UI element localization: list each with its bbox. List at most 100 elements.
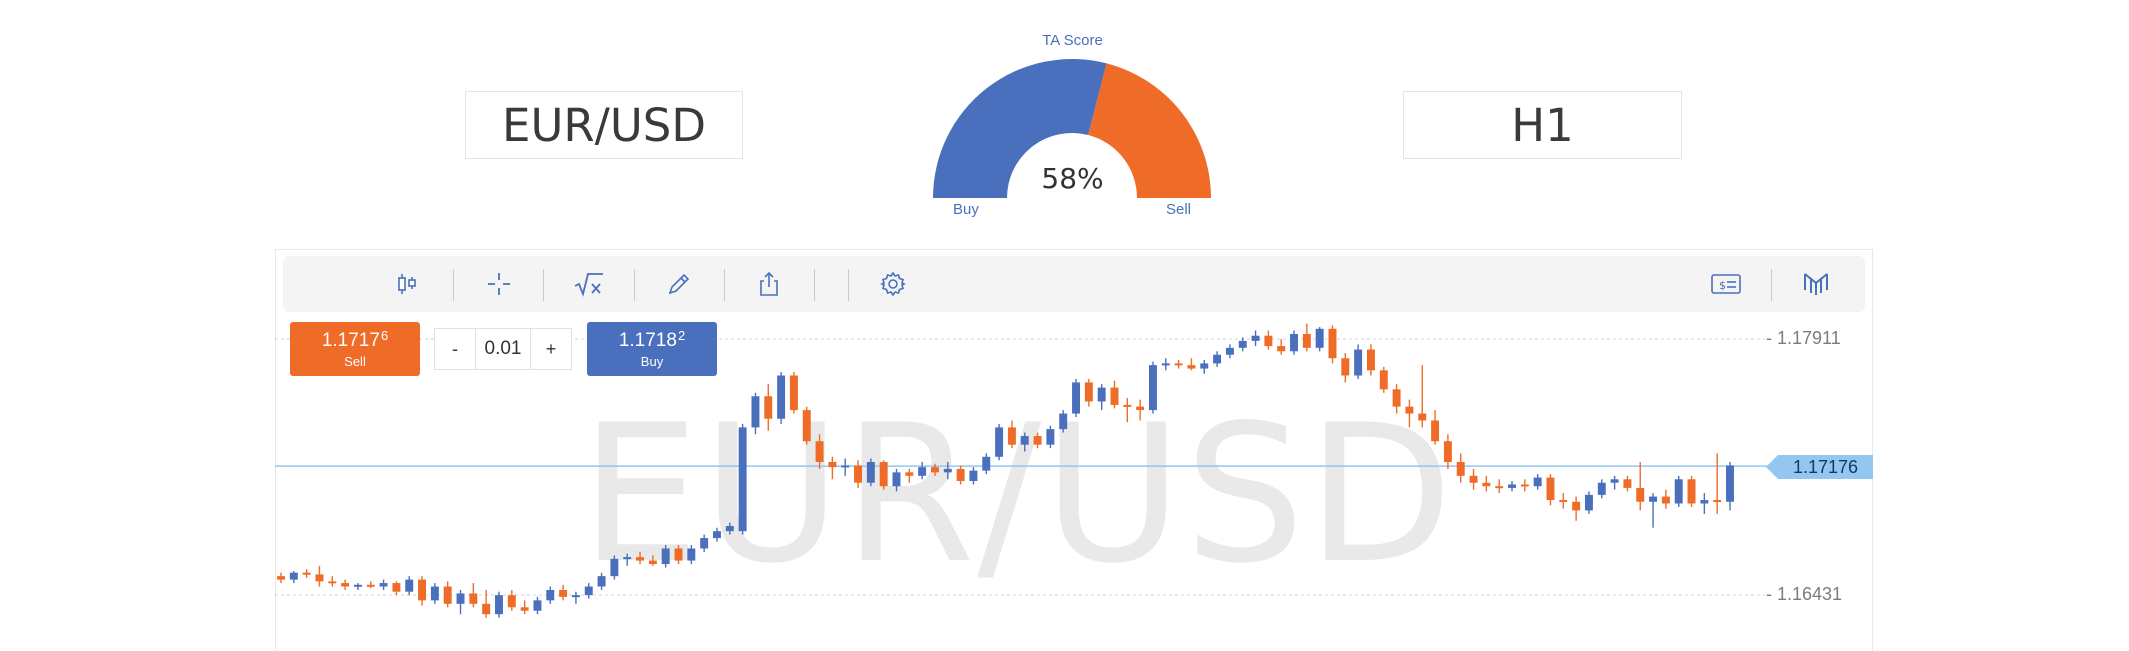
- candle-body: [892, 472, 901, 487]
- candle-body: [879, 461, 888, 487]
- candle-body: [1072, 382, 1081, 414]
- candle-body: [1572, 501, 1581, 511]
- quote-icon[interactable]: $: [1706, 256, 1746, 312]
- candle-body: [520, 607, 529, 611]
- candle-body: [764, 396, 773, 419]
- candle-body: [1379, 370, 1388, 390]
- candle-body: [969, 470, 978, 482]
- candle-body: [495, 595, 503, 615]
- candle-body: [738, 427, 747, 532]
- sell-price: 1.17176: [321, 328, 389, 351]
- gauge-sell-label: Sell: [1166, 201, 1192, 218]
- quantity-decrement-button[interactable]: -: [435, 329, 475, 369]
- candle-body: [1597, 482, 1606, 495]
- candle-body: [1469, 475, 1478, 483]
- candle-body: [533, 600, 542, 611]
- timeframe-label: H1: [1511, 98, 1574, 152]
- candle-body: [687, 548, 696, 561]
- crosshair-icon[interactable]: [479, 256, 519, 312]
- candle-body: [1123, 404, 1132, 407]
- candle-body: [430, 586, 439, 601]
- candle-body: [1148, 365, 1157, 411]
- timeframe-selector[interactable]: H1: [1403, 91, 1682, 159]
- candle-body: [1136, 406, 1145, 411]
- gauge-value: 58%: [1041, 162, 1104, 195]
- candle-body: [1431, 420, 1440, 442]
- candle-body: [725, 525, 734, 532]
- candle-body: [1700, 500, 1709, 504]
- candle-body: [1290, 333, 1298, 352]
- candle-body: [1584, 494, 1593, 511]
- candle-body: [1520, 484, 1529, 487]
- candle-body: [1251, 335, 1260, 341]
- candle-body: [1418, 413, 1427, 421]
- candle-body: [918, 467, 927, 476]
- indicators-icon[interactable]: [569, 256, 609, 312]
- share-icon[interactable]: [749, 256, 789, 312]
- candle-body: [1302, 333, 1311, 348]
- candle-body: [1007, 427, 1016, 445]
- candle-body: [277, 576, 285, 580]
- quantity-increment-button[interactable]: +: [531, 329, 571, 369]
- instrument-selector[interactable]: EUR/USD: [465, 91, 743, 159]
- buy-price: 1.17182: [618, 328, 686, 351]
- candle-body: [905, 472, 914, 476]
- candle-body: [482, 603, 491, 615]
- candle-body: [1238, 340, 1247, 348]
- candle-body: [379, 583, 388, 587]
- candle-body: [1443, 441, 1452, 462]
- sell-button[interactable]: 1.17176 Sell: [290, 322, 420, 376]
- current-price-tag: 1.17176: [1766, 455, 1873, 479]
- candle-body: [366, 584, 375, 587]
- candle-body: [418, 579, 427, 601]
- candle-body: [1636, 487, 1645, 502]
- gauge-buy-label: Buy: [953, 201, 979, 218]
- candle-body: [700, 538, 709, 549]
- sell-label: Sell: [344, 354, 366, 369]
- candle-body: [1482, 482, 1491, 487]
- candle-body: [1610, 479, 1619, 483]
- gauge-title: TA Score: [1042, 32, 1103, 49]
- candle-body: [828, 461, 837, 468]
- candle-body: [1020, 436, 1029, 445]
- candle-body: [802, 410, 811, 442]
- candle-body: [289, 572, 298, 580]
- candle-body: [1623, 479, 1632, 488]
- candle-body: [1354, 349, 1363, 376]
- candle-body: [571, 595, 580, 598]
- candle-body: [1495, 486, 1504, 489]
- candle-body: [841, 465, 850, 468]
- candle-body: [443, 586, 452, 604]
- candle-body: [1110, 387, 1119, 405]
- candle-body: [584, 586, 593, 596]
- candle-body: [1328, 328, 1337, 359]
- candle-body: [636, 557, 645, 561]
- candle-body: [456, 593, 465, 604]
- brand-logo-icon[interactable]: [1796, 256, 1836, 312]
- quantity-input[interactable]: 0.01: [475, 329, 531, 369]
- pencil-icon[interactable]: [659, 256, 699, 312]
- candle-body: [353, 584, 362, 587]
- candle-body: [1187, 365, 1196, 369]
- candle-body: [328, 581, 337, 584]
- candle-body: [1661, 496, 1670, 504]
- candle-body: [597, 576, 606, 587]
- settings-icon[interactable]: [873, 256, 913, 312]
- buy-button[interactable]: 1.17182 Buy: [587, 322, 717, 376]
- candle-body: [995, 427, 1004, 457]
- axis-label-top: - 1.17911: [1766, 328, 1841, 348]
- candle-body: [1277, 346, 1286, 352]
- candle-body: [1726, 465, 1734, 502]
- candle-body: [751, 396, 760, 428]
- candlestick-icon[interactable]: [388, 256, 428, 312]
- candle-body: [866, 461, 875, 483]
- candle-body: [341, 583, 350, 587]
- svg-text:$: $: [1719, 279, 1726, 292]
- current-price-value: 1.17176: [1792, 456, 1859, 477]
- candle-body: [546, 589, 555, 601]
- candle-body: [1033, 436, 1042, 445]
- candle-body: [1059, 413, 1068, 430]
- candle-body: [1533, 477, 1542, 487]
- axis-label-bottom: - 1.16431: [1766, 584, 1843, 604]
- candle-body: [661, 548, 670, 565]
